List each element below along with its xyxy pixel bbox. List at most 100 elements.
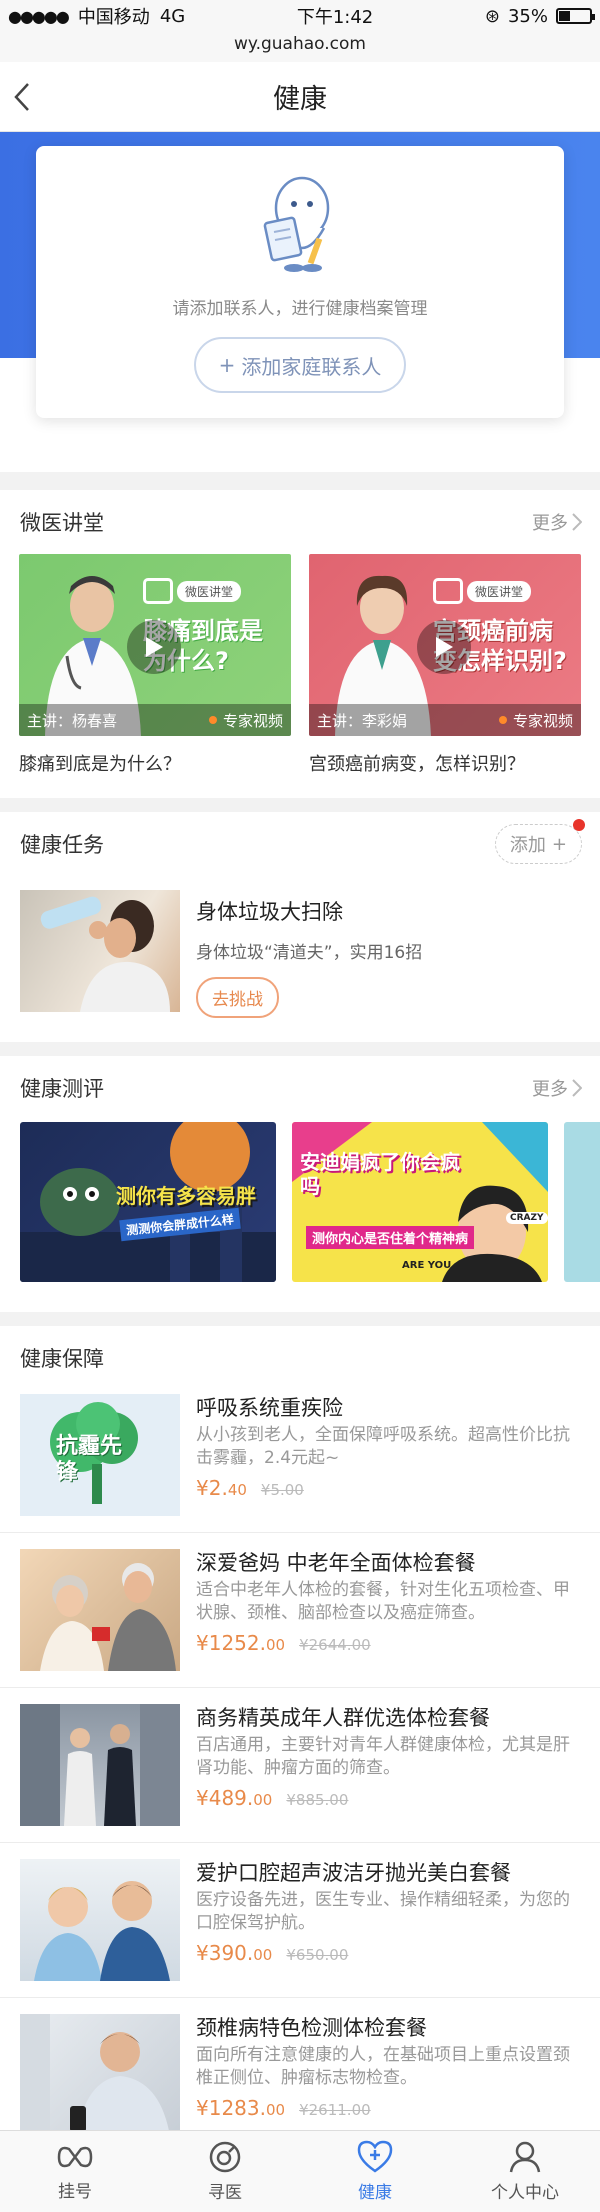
tag-dot-icon xyxy=(208,716,217,724)
price-main: ¥1283. xyxy=(196,2096,266,2120)
plan-price: ¥2.40 xyxy=(196,1476,247,1500)
plus-icon: + xyxy=(218,353,236,377)
url-bar[interactable]: wy.guahao.com xyxy=(0,32,600,62)
task-subtitle: 身体垃圾“清道夫”，实用16招 xyxy=(196,943,423,963)
plan-image xyxy=(20,1704,180,1826)
lectures-more-link[interactable]: 更多 xyxy=(532,509,582,535)
play-button[interactable] xyxy=(417,620,471,674)
plan-price: ¥1252.00 xyxy=(196,1631,285,1655)
tab-register[interactable]: 挂号 xyxy=(0,2131,150,2212)
price-decimal: 00 xyxy=(253,1946,273,1964)
plan-item[interactable]: 爱护口腔超声波洁牙抛光美白套餐 医疗设备先进，医生专业、操作精细轻柔，为您的口腔… xyxy=(0,1843,600,1998)
plan-item[interactable]: 颈椎病特色检测体检套餐 面向所有注意健康的人，在基础项目上重点设置颈椎正侧位、肿… xyxy=(0,1998,600,2152)
hero-section: 请添加联系人，进行健康档案管理 + 添加家庭联系人 xyxy=(0,132,600,472)
plan-desc: 百店通用，主要针对青年人群健康体检，尤其是肝肾功能、肿瘤方面的筛查。 xyxy=(196,1735,570,1778)
tasks-title: 健康任务 xyxy=(20,833,104,857)
tag-dot-icon xyxy=(498,716,507,724)
lecture-speaker: 主讲：杨春喜 xyxy=(27,711,118,730)
add-family-label: 添加家庭联系人 xyxy=(241,354,382,379)
register-icon xyxy=(57,2146,93,2168)
insurance-section: 健康保障 抗霾先锋 呼吸系统重疾险 从小孩到老人，全面保障呼吸系统。超高性价比抗… xyxy=(0,1326,600,2152)
tab-label: 挂号 xyxy=(58,2182,92,2202)
lecture-card[interactable]: 微医讲堂 宫颈癌前病变怎样识别? 主讲：李彩娟 专家视频 宫颈癌前病变，怎样识别… xyxy=(309,554,581,798)
plan-desc: 面向所有注意健康的人，在基础项目上重点设置颈椎正侧位、肿瘤标志物检查。 xyxy=(196,2045,570,2088)
plan-desc: 适合中老年人体检的套餐，针对生化五项检查、甲状腺、颈椎、脑部检查以及癌症筛查。 xyxy=(196,1580,570,1623)
lecture-thumbnail[interactable]: 微医讲堂 膝痛到底是为什么? 主讲：杨春喜 专家视频 xyxy=(19,554,291,736)
task-item[interactable]: 身体垃圾大扫除 身体垃圾“清道夫”，实用16招 去挑战 xyxy=(0,876,600,1042)
tab-health[interactable]: 健康 xyxy=(300,2131,450,2212)
plan-desc: 从小孩到老人，全面保障呼吸系统。超高性价比抗击雾霾，2.4元起~ xyxy=(196,1425,570,1468)
chevron-right-icon xyxy=(572,1079,582,1097)
tv-icon xyxy=(143,578,173,604)
plan-image: 抗霾先锋 xyxy=(20,1394,180,1516)
tv-label: 微医讲堂 xyxy=(467,580,532,602)
task-title: 身体垃圾大扫除 xyxy=(196,900,343,924)
back-button[interactable] xyxy=(14,80,44,114)
assessment-card[interactable] xyxy=(564,1122,600,1282)
add-task-button[interactable]: 添加 + xyxy=(494,819,585,864)
play-button[interactable] xyxy=(127,620,181,674)
plan-original-price: ¥2644.00 xyxy=(299,1636,371,1654)
price-decimal: 40 xyxy=(227,1481,247,1499)
nav-bar: 健康 xyxy=(0,62,600,132)
tab-bar: 挂号 寻医 健康 个人中心 xyxy=(0,2130,600,2212)
chevron-right-icon xyxy=(572,513,582,531)
battery-percent: 35% xyxy=(507,5,548,27)
plan-image xyxy=(20,1549,180,1671)
plan-price: ¥390.00 xyxy=(196,1941,272,1965)
add-task-label: 添加 xyxy=(509,835,546,856)
plan-original-price: ¥885.00 xyxy=(286,1791,349,1809)
plan-price: ¥1283.00 xyxy=(196,2096,285,2120)
assessments-more-link[interactable]: 更多 xyxy=(532,1075,582,1101)
tab-label: 个人中心 xyxy=(491,2183,559,2203)
assessments-section: 健康测评 更多 测你有多容易胖 测测你会胖成什么样 安迪娟疯了你会疯吗 测你内心… xyxy=(0,1056,600,1312)
mascot-icon xyxy=(263,176,330,272)
plan-original-price: ¥5.00 xyxy=(260,1481,304,1499)
price-decimal: 00 xyxy=(265,1636,286,1654)
tv-icon xyxy=(433,578,463,604)
price-decimal: 00 xyxy=(253,1791,273,1809)
chevron-left-icon xyxy=(14,83,29,111)
lecture-title[interactable]: 宫颈癌前病变，怎样识别？ xyxy=(309,736,581,798)
user-icon xyxy=(509,2141,541,2173)
lecture-card[interactable]: 微医讲堂 膝痛到底是为什么? 主讲：杨春喜 专家视频 膝痛到底是为什么？ xyxy=(19,554,291,798)
lectures-title: 微医讲堂 xyxy=(20,511,104,535)
assessment-card[interactable]: 安迪娟疯了你会疯吗 测你内心是否住着个精神病 ARE YOU CRAZY xyxy=(292,1122,548,1282)
assessment-badge: ARE YOU xyxy=(402,1260,452,1271)
find-doctor-icon xyxy=(209,2141,241,2173)
plan-title: 深爱爸妈 中老年全面体检套餐 xyxy=(196,1551,476,1575)
plan-item[interactable]: 抗霾先锋 呼吸系统重疾险 从小孩到老人，全面保障呼吸系统。超高性价比抗击雾霾，2… xyxy=(0,1390,600,1533)
carrier: 中国移动 xyxy=(77,7,150,28)
insurance-title: 健康保障 xyxy=(20,1347,104,1371)
add-family-button[interactable]: + 添加家庭联系人 xyxy=(194,337,406,393)
assessment-card[interactable]: 测你有多容易胖 测测你会胖成什么样 xyxy=(20,1122,276,1282)
lecture-title[interactable]: 膝痛到底是为什么？ xyxy=(19,736,291,798)
play-icon xyxy=(436,637,453,657)
plan-title: 呼吸系统重疾险 xyxy=(196,1396,343,1420)
rotation-lock-icon: ⊛ xyxy=(484,5,500,27)
page-title: 健康 xyxy=(273,84,327,115)
heart-plus-icon xyxy=(357,2140,393,2173)
notification-dot xyxy=(573,819,585,831)
lecture-tag: 专家视频 xyxy=(512,711,573,730)
plan-item[interactable]: 深爱爸妈 中老年全面体检套餐 适合中老年人体检的套餐，针对生化五项检查、甲状腺、… xyxy=(0,1533,600,1688)
tab-label: 健康 xyxy=(358,2183,392,2203)
plan-title: 爱护口腔超声波洁牙抛光美白套餐 xyxy=(196,1861,511,1885)
price-main: ¥2. xyxy=(196,1476,228,1500)
plan-title: 颈椎病特色检测体检套餐 xyxy=(196,2016,427,2040)
assessment-subtext: 测你内心是否住着个精神病 xyxy=(306,1226,475,1249)
more-label: 更多 xyxy=(532,1079,568,1100)
lectures-section: 微医讲堂 更多 微医讲堂 膝痛到底是为什么? 主讲：杨春喜 专家视频 膝痛到底是… xyxy=(0,490,600,798)
tab-label: 寻医 xyxy=(208,2183,242,2203)
plus-icon: + xyxy=(551,833,567,855)
tab-find-doctor[interactable]: 寻医 xyxy=(150,2131,300,2212)
lecture-thumbnail[interactable]: 微医讲堂 宫颈癌前病变怎样识别? 主讲：李彩娟 专家视频 xyxy=(309,554,581,736)
plan-title: 商务精英成年人群优选体检套餐 xyxy=(196,1706,490,1730)
lecture-speaker: 主讲：李彩娟 xyxy=(317,711,408,730)
status-bar: ●●●●● 中国移动 4G 下午1:42 ⊛ 35% xyxy=(0,0,600,32)
tasks-section: 健康任务 添加 + 身体垃圾大扫除 身体垃圾“清道夫”，实用16招 去挑战 xyxy=(0,812,600,1042)
challenge-button[interactable]: 去挑战 xyxy=(196,977,279,1018)
plan-item[interactable]: 商务精英成年人群优选体检套餐 百店通用，主要针对青年人群健康体检，尤其是肝肾功能… xyxy=(0,1688,600,1843)
tab-profile[interactable]: 个人中心 xyxy=(450,2131,600,2212)
play-icon xyxy=(146,637,163,657)
